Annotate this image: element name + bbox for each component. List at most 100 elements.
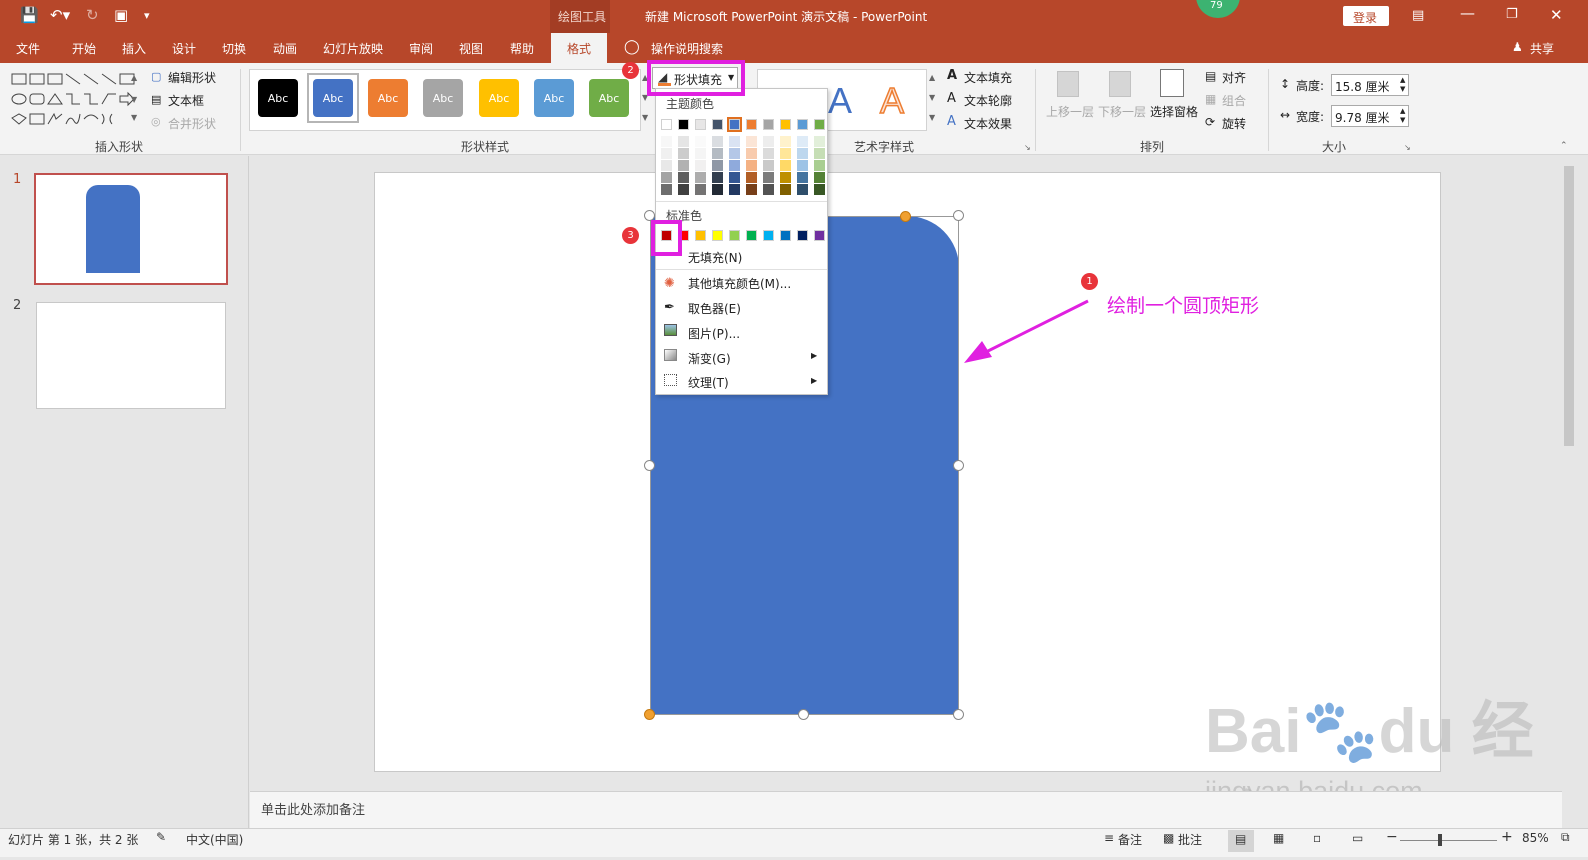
size-dialog-launcher-icon[interactable]: ↘ (1404, 143, 1411, 152)
theme-tint-swatch[interactable] (661, 184, 672, 195)
width-field[interactable]: 9.78 厘米 ▲ ▼ (1331, 105, 1409, 127)
shape-style-1[interactable]: Abc (258, 79, 298, 117)
theme-tint-swatch[interactable] (661, 136, 672, 147)
wordart-style-blue[interactable]: A (828, 80, 852, 122)
standard-color-swatch[interactable] (729, 230, 740, 241)
comments-button[interactable]: 批注 (1178, 831, 1202, 848)
normal-view-button[interactable]: ▤ (1228, 830, 1254, 852)
tab-slideshow[interactable]: 幻灯片放映 (323, 40, 383, 57)
styles-more-icon[interactable]: ▼ (642, 113, 648, 122)
standard-color-swatch[interactable] (763, 230, 774, 241)
gallery-scroll-down-icon[interactable]: ▼ (131, 95, 137, 104)
resize-handle-left[interactable] (644, 460, 655, 471)
theme-tint-swatch[interactable] (729, 136, 740, 147)
wordart-scroll-down-icon[interactable]: ▼ (929, 93, 935, 102)
edit-shape-button[interactable]: 编辑形状 (168, 69, 216, 86)
shape-style-7[interactable]: Abc (589, 79, 629, 117)
customize-toolbar-icon[interactable]: ▾ (144, 9, 150, 22)
theme-tint-swatch[interactable] (797, 172, 808, 183)
theme-tint-swatch[interactable] (712, 160, 723, 171)
slide-thumbnail-2[interactable] (36, 302, 226, 409)
spin-down-icon[interactable]: ▼ (1400, 116, 1405, 124)
theme-color-swatch[interactable] (746, 119, 757, 130)
theme-tint-swatch[interactable] (661, 160, 672, 171)
search-tell-me[interactable]: 操作说明搜索 (651, 40, 723, 57)
theme-color-swatch[interactable] (661, 119, 672, 130)
theme-tint-swatch[interactable] (763, 184, 774, 195)
spell-check-icon[interactable]: ✎ (156, 830, 166, 844)
theme-color-swatch[interactable] (712, 119, 723, 130)
resize-handle-bottom[interactable] (798, 709, 809, 720)
theme-color-swatch[interactable] (678, 119, 689, 130)
theme-tint-swatch[interactable] (814, 172, 825, 183)
zoom-in-icon[interactable]: + (1501, 829, 1513, 845)
theme-tint-swatch[interactable] (746, 172, 757, 183)
theme-tint-swatch[interactable] (695, 148, 706, 159)
theme-tint-swatch[interactable] (712, 184, 723, 195)
theme-color-swatch[interactable] (763, 119, 774, 130)
theme-tint-swatch[interactable] (661, 172, 672, 183)
text-outline-button[interactable]: 文本轮廓 (964, 92, 1012, 109)
zoom-slider-track[interactable] (1400, 840, 1497, 841)
zoom-level[interactable]: 85% (1522, 831, 1549, 845)
collapse-ribbon-icon[interactable]: ⌃ (1560, 141, 1568, 151)
theme-tint-swatch[interactable] (746, 184, 757, 195)
rotate-button[interactable]: 旋转 (1222, 115, 1246, 132)
theme-tint-swatch[interactable] (695, 172, 706, 183)
text-box-button[interactable]: 文本框 (168, 92, 204, 109)
resize-handle-right[interactable] (953, 460, 964, 471)
theme-tint-swatch[interactable] (814, 184, 825, 195)
theme-color-swatch[interactable] (780, 119, 791, 130)
resize-handle-top-right[interactable] (953, 210, 964, 221)
tab-format[interactable]: 格式 (551, 33, 608, 63)
standard-color-swatch[interactable] (712, 230, 723, 241)
theme-tint-swatch[interactable] (797, 160, 808, 171)
ribbon-display-options-icon[interactable]: ▤ (1412, 8, 1424, 23)
theme-tint-swatch[interactable] (763, 148, 774, 159)
selection-pane-button[interactable]: 选择窗格 (1150, 103, 1198, 120)
undo-icon[interactable]: ↶▾ (50, 6, 70, 24)
restore-icon[interactable]: ❐ (1506, 7, 1518, 22)
theme-tint-swatch[interactable] (780, 184, 791, 195)
theme-tint-swatch[interactable] (695, 184, 706, 195)
theme-tint-swatch[interactable] (746, 136, 757, 147)
spin-up-icon[interactable]: ▲ (1400, 107, 1405, 115)
theme-tint-swatch[interactable] (814, 148, 825, 159)
group-button[interactable]: 组合 (1222, 92, 1246, 109)
theme-tint-swatch[interactable] (780, 160, 791, 171)
wordart-scroll-up-icon[interactable]: ▲ (929, 73, 935, 82)
gradient-option[interactable]: 渐变(G) (688, 350, 731, 367)
texture-option[interactable]: 纹理(T) (688, 374, 729, 391)
tab-insert[interactable]: 插入 (122, 40, 146, 57)
share-button[interactable]: 共享 (1530, 40, 1554, 57)
theme-tint-swatch[interactable] (763, 160, 774, 171)
notes-toggle-button[interactable]: 备注 (1118, 831, 1142, 848)
shape-style-4[interactable]: Abc (423, 79, 463, 117)
theme-tint-swatch[interactable] (780, 148, 791, 159)
tab-file[interactable]: 文件 (16, 40, 40, 57)
align-button[interactable]: 对齐 (1222, 69, 1246, 86)
reading-view-icon[interactable]: ▫ (1313, 831, 1321, 845)
tab-design[interactable]: 设计 (172, 40, 196, 57)
minimize-icon[interactable]: — (1460, 4, 1475, 22)
gallery-more-icon[interactable]: ▼ (131, 113, 137, 122)
close-icon[interactable]: ✕ (1550, 6, 1563, 24)
theme-tint-swatch[interactable] (763, 136, 774, 147)
send-backward-button[interactable]: 下移一层 (1098, 103, 1146, 120)
spin-down-icon[interactable]: ▼ (1400, 85, 1405, 93)
shape-style-3[interactable]: Abc (368, 79, 408, 117)
merge-shapes-button[interactable]: 合并形状 (168, 115, 216, 132)
tab-review[interactable]: 审阅 (409, 40, 433, 57)
text-effects-button[interactable]: 文本效果 (964, 115, 1012, 132)
tab-transitions[interactable]: 切换 (222, 40, 246, 57)
theme-color-swatch[interactable] (797, 119, 808, 130)
more-fill-colors-option[interactable]: 其他填充颜色(M)... (688, 275, 791, 292)
theme-color-swatch[interactable] (695, 119, 706, 130)
tab-view[interactable]: 视图 (459, 40, 483, 57)
eyedropper-option[interactable]: 取色器(E) (688, 300, 741, 317)
theme-color-swatch[interactable] (814, 119, 825, 130)
wordart-more-icon[interactable]: ▼ (929, 113, 935, 122)
bring-forward-button[interactable]: 上移一层 (1046, 103, 1094, 120)
standard-color-swatch[interactable] (746, 230, 757, 241)
theme-tint-swatch[interactable] (678, 160, 689, 171)
